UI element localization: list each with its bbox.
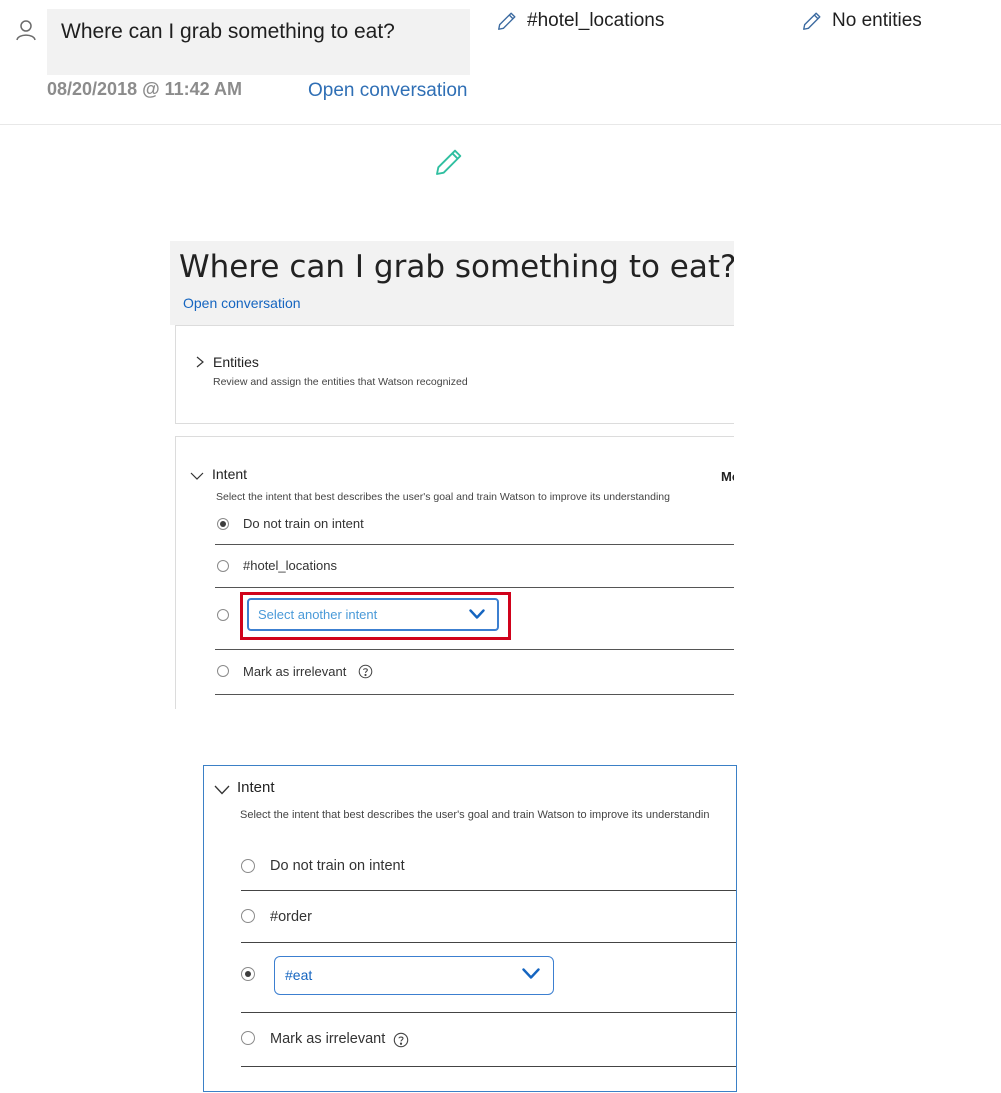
entities-section: Entities Review and assign the entities …	[175, 325, 734, 424]
open-conversation-link[interactable]: Open conversation	[183, 295, 301, 311]
radio-mark-irrelevant[interactable]	[217, 665, 229, 677]
panel-header: Where can I grab something to eat? Open …	[170, 241, 734, 325]
pencil-icon[interactable]	[433, 146, 465, 178]
open-conversation-link[interactable]: Open conversation	[308, 80, 468, 102]
option-label: Mark as irrelevant	[270, 1031, 386, 1047]
option-label: #order	[270, 909, 312, 925]
pencil-icon	[801, 10, 823, 32]
help-icon[interactable]	[358, 664, 373, 679]
divider	[241, 890, 736, 891]
intent-select-dropdown[interactable]: Select another intent	[247, 598, 499, 631]
entities-edit-button[interactable]: No entities	[801, 7, 922, 35]
divider	[215, 544, 734, 545]
intent-select-dropdown[interactable]: #eat	[274, 956, 554, 995]
message-timestamp: 08/20/2018 @ 11:42 AM	[47, 79, 243, 99]
intent-title[interactable]: Intent	[237, 779, 275, 796]
radio-do-not-train[interactable]	[217, 518, 229, 530]
page-title: Where can I grab something to eat?	[179, 249, 734, 285]
user-icon	[14, 18, 38, 42]
radio-do-not-train[interactable]	[241, 859, 255, 873]
pencil-icon	[496, 10, 518, 32]
entities-description: Review and assign the entities that Wats…	[213, 376, 468, 388]
select-placeholder: Select another intent	[258, 607, 378, 622]
option-label: Mark as irrelevant	[243, 664, 347, 679]
entities-title[interactable]: Entities	[213, 354, 259, 370]
option-label: Do not train on intent	[270, 858, 405, 874]
divider	[241, 1066, 736, 1067]
user-message: Where can I grab something to eat?	[61, 20, 395, 43]
chevron-down-icon	[522, 968, 540, 979]
radio-hotel-locations[interactable]	[217, 560, 229, 572]
intent-description: Select the intent that best describes th…	[216, 491, 670, 503]
divider	[215, 694, 734, 695]
divider	[215, 649, 734, 650]
option-label: #hotel_locations	[243, 558, 337, 573]
more-label: Mo	[721, 469, 734, 484]
radio-order[interactable]	[241, 909, 255, 923]
chevron-down-icon[interactable]	[190, 472, 204, 481]
entities-tag: No entities	[832, 10, 922, 31]
chevron-right-icon[interactable]	[195, 356, 205, 368]
intent-tag: #hotel_locations	[527, 10, 665, 31]
intent-description: Select the intent that best describes th…	[240, 809, 710, 821]
divider	[215, 587, 734, 588]
divider	[0, 124, 1001, 125]
divider	[241, 1012, 736, 1013]
chevron-down-icon	[469, 609, 485, 619]
radio-mark-irrelevant[interactable]	[241, 1031, 255, 1045]
conversation-detail-panel: Where can I grab something to eat? Open …	[170, 241, 734, 709]
intent-edit-button[interactable]: #hotel_locations	[496, 7, 664, 35]
radio-eat[interactable]	[241, 967, 255, 981]
intent-section-zoomed: Intent Select the intent that best descr…	[203, 765, 737, 1092]
option-label: Do not train on intent	[243, 516, 364, 531]
select-value: #eat	[285, 967, 313, 983]
intent-title[interactable]: Intent	[212, 466, 247, 482]
chevron-down-icon[interactable]	[214, 785, 230, 795]
divider	[241, 942, 736, 943]
radio-select-another[interactable]	[217, 609, 229, 621]
help-icon[interactable]	[393, 1032, 409, 1048]
